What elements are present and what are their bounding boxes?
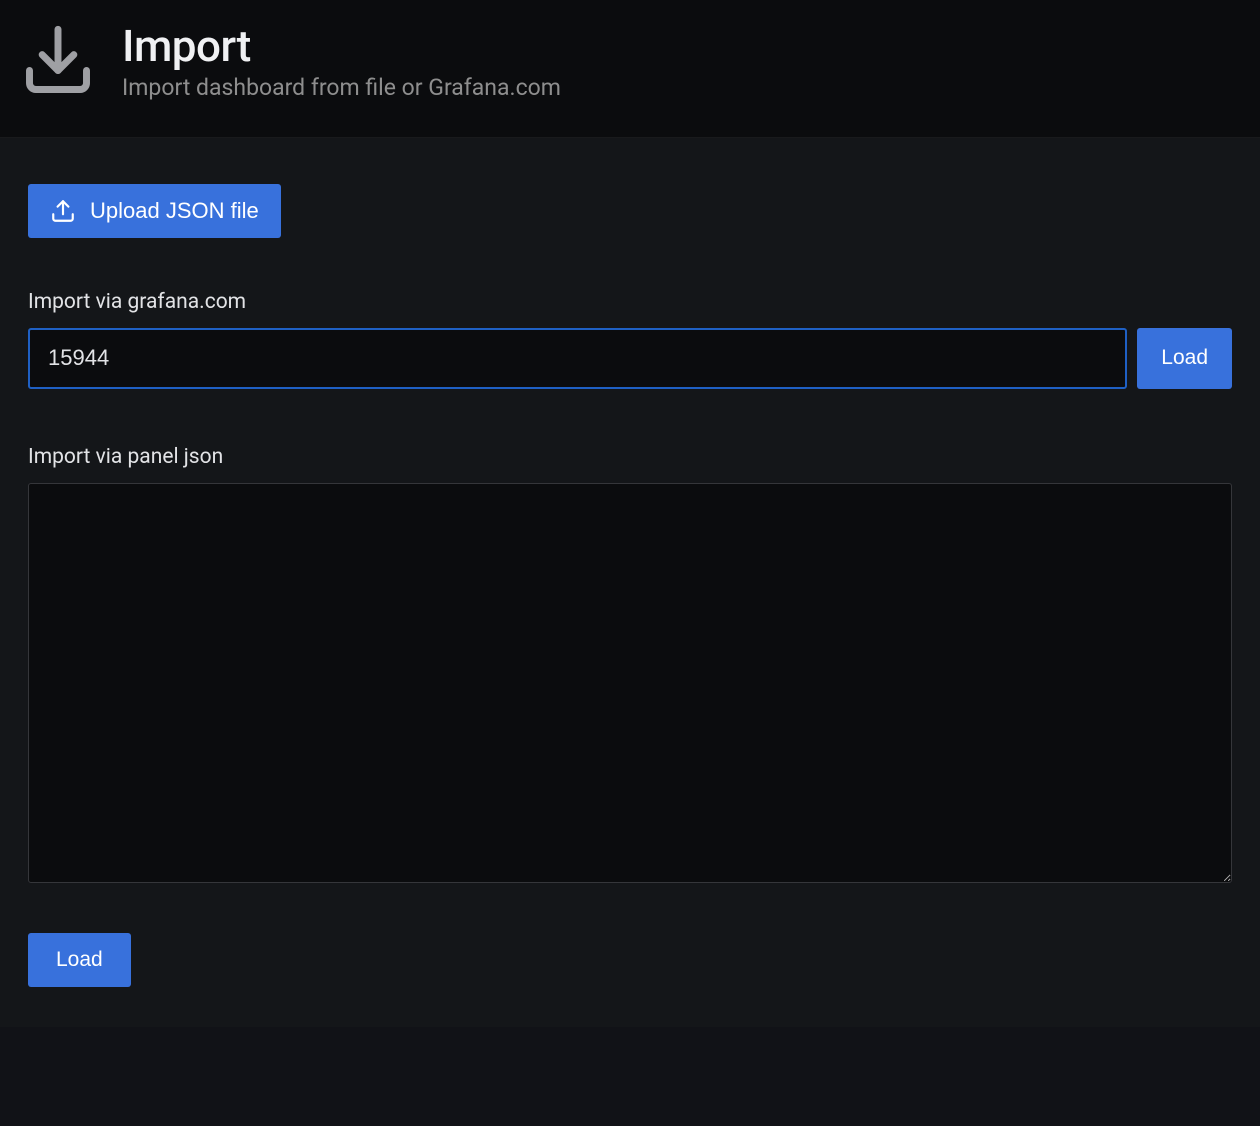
json-load-button[interactable]: Load: [28, 933, 131, 987]
page-header: Import Import dashboard from file or Gra…: [0, 0, 1260, 138]
upload-icon: [50, 198, 76, 224]
grafana-import-row: Load: [28, 328, 1232, 389]
grafana-load-button[interactable]: Load: [1137, 328, 1232, 389]
upload-json-button-label: Upload JSON file: [90, 198, 259, 224]
page-title: Import: [122, 20, 561, 72]
upload-json-button[interactable]: Upload JSON file: [28, 184, 281, 238]
page-body: Upload JSON file Import via grafana.com …: [0, 138, 1260, 1027]
grafana-import-label: Import via grafana.com: [28, 290, 1232, 314]
grafana-import-input[interactable]: [28, 328, 1127, 389]
page-header-text: Import Import dashboard from file or Gra…: [122, 20, 561, 101]
json-import-group: Import via panel json Load: [28, 445, 1232, 987]
page-subtitle: Import dashboard from file or Grafana.co…: [122, 74, 561, 101]
json-import-label: Import via panel json: [28, 445, 1232, 469]
grafana-import-group: Import via grafana.com Load: [28, 290, 1232, 389]
json-import-textarea[interactable]: [28, 483, 1232, 883]
download-icon: [20, 23, 96, 99]
